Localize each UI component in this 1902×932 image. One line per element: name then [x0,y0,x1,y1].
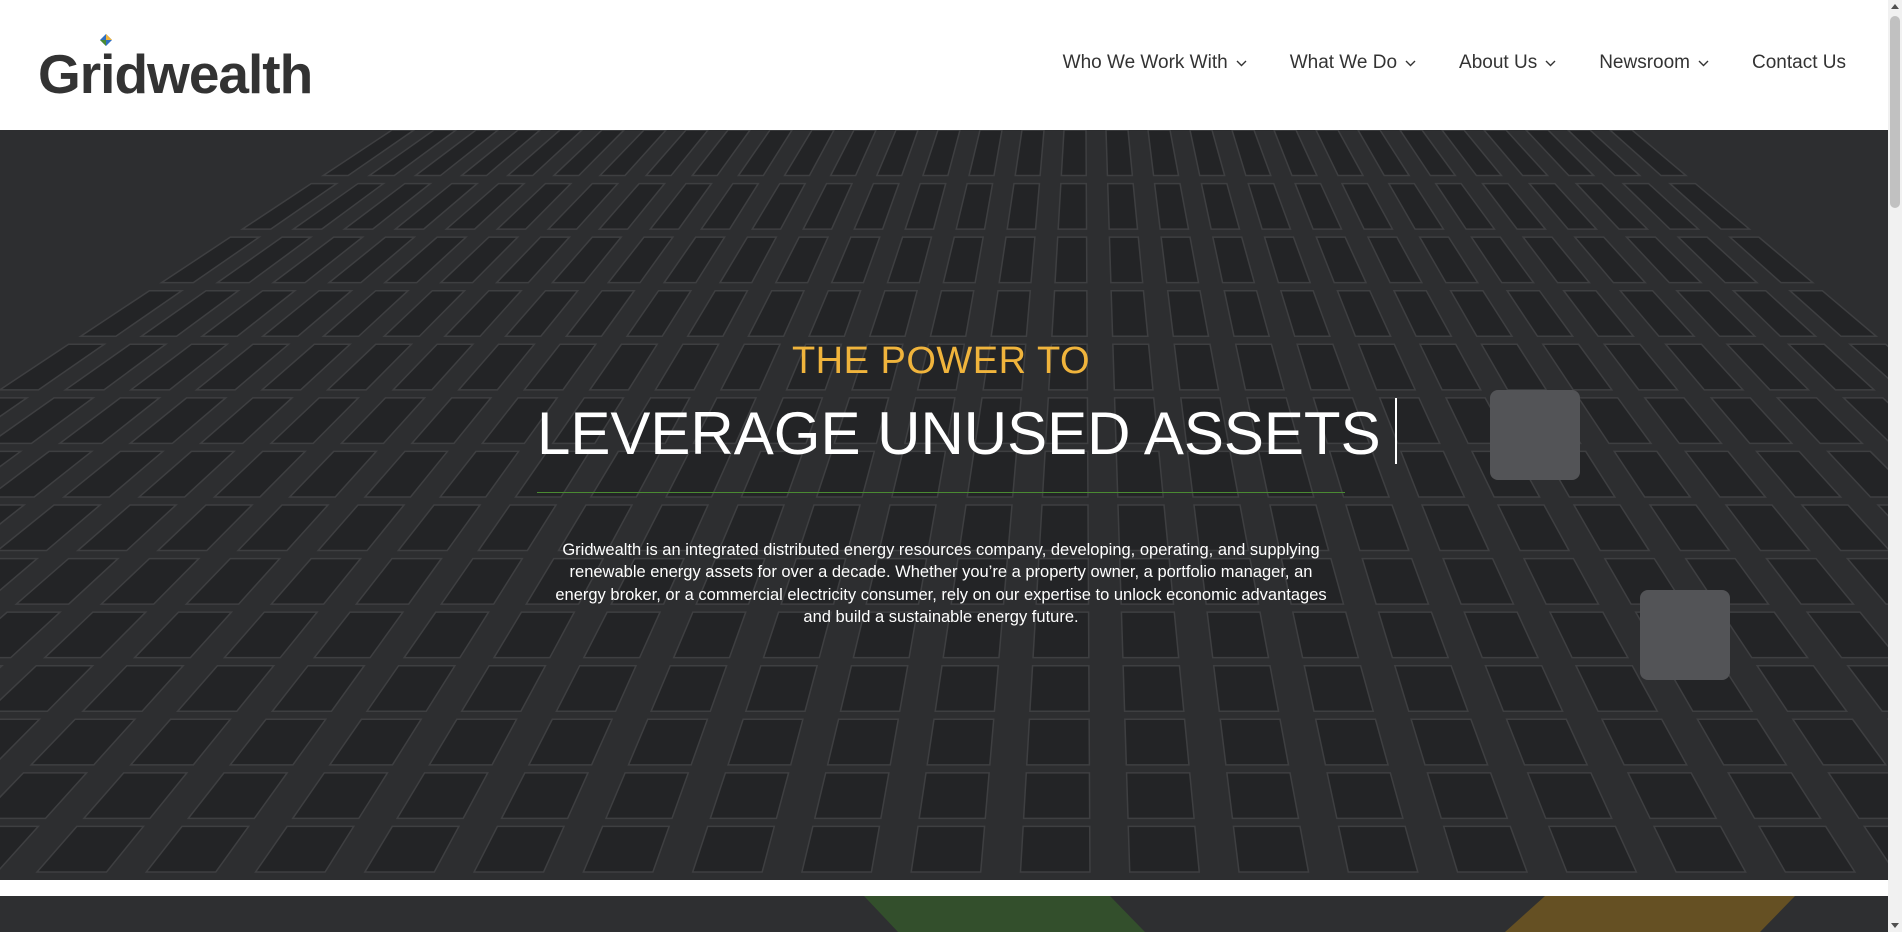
hero-divider [537,492,1345,493]
next-section-band [0,896,1888,932]
nav-label: What We Do [1289,52,1398,73]
typing-caret [1394,398,1397,464]
chevron-down-icon [1236,60,1247,67]
chevron-down-icon [1545,60,1556,67]
nav-label: Who We Work With [1062,52,1228,73]
hero-description: Gridwealth is an integrated distributed … [555,540,1327,627]
hero-headline-text: LEVERAGE UNUSED ASSETS [537,400,1381,467]
nav-what-we-do[interactable]: What We Do [1290,46,1416,80]
nav-who-we-work-with[interactable]: Who We Work With [1063,46,1247,80]
scroll-up-arrow-icon[interactable] [1888,0,1902,14]
nav-label: About Us [1459,52,1538,73]
logo-text: Gridwealth [38,43,313,105]
nav-label: Newsroom [1599,52,1691,73]
scroll-down-arrow-icon[interactable] [1888,918,1902,932]
hero-content: THE POWER TO LEVERAGE UNUSED ASSETS Grid… [537,130,1397,880]
site-header: Gridwealth Who We Work With What We Do A… [0,0,1888,130]
chevron-down-icon [1698,60,1709,67]
chevron-down-icon [1405,60,1416,67]
page-scrollbar[interactable] [1888,0,1902,932]
decorative-stripes [864,896,1795,932]
nav-contact-us[interactable]: Contact Us [1752,46,1846,80]
hero-eyebrow: THE POWER TO [791,340,1091,382]
hero-section: THE POWER TO LEVERAGE UNUSED ASSETS Grid… [0,130,1888,880]
hero-headline: LEVERAGE UNUSED ASSETS [537,398,1397,468]
nav-newsroom[interactable]: Newsroom [1599,46,1709,80]
nav-label: Contact Us [1752,52,1846,73]
nav-about-us[interactable]: About Us [1459,46,1556,80]
scrollbar-thumb[interactable] [1890,16,1900,208]
main-nav: Who We Work With What We Do About Us New… [1020,46,1846,80]
